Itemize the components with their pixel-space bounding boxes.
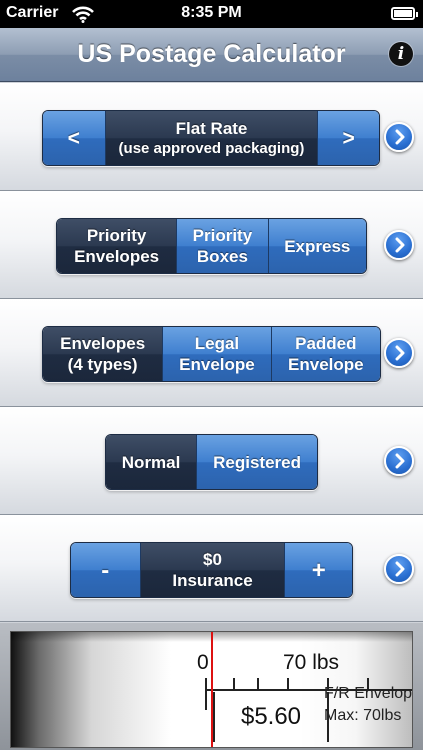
envelope-type-row: Envelopes (4 types) Legal Envelope Padde… [0, 299, 423, 407]
insurance-row: - $0 Insurance + [0, 515, 423, 622]
scale-tick [233, 678, 235, 690]
insurance-label: Insurance [172, 571, 253, 590]
rate-type-title: Flat Rate [175, 119, 248, 138]
scale-tick [287, 678, 289, 690]
segment-legal-envelope[interactable]: Legal Envelope [162, 327, 271, 381]
insurance-stepper: - $0 Insurance + [70, 542, 353, 598]
segment-normal[interactable]: Normal [106, 435, 197, 489]
scale-tick [257, 678, 259, 690]
insurance-amount: $0 [203, 550, 222, 569]
info-icon[interactable]: i [389, 42, 413, 66]
scale-tick [205, 678, 207, 710]
envelope-type-segment: Envelopes (4 types) Legal Envelope Padde… [42, 326, 381, 382]
segment-registered[interactable]: Registered [196, 435, 317, 489]
max-weight-label: Max: 70lbs [324, 707, 402, 724]
delivery-type-segment: Normal Registered [105, 434, 318, 490]
segment-express[interactable]: Express [267, 219, 366, 273]
postage-price: $5.60 [213, 692, 329, 742]
clock-label: 8:35 PM [181, 4, 242, 21]
disclosure-arrow-icon[interactable] [384, 446, 414, 476]
rate-type-subtitle: (use approved packaging) [118, 140, 305, 157]
postage-meter: 0 70 lbs $5.60 F/R Envelope Max: 70lbs [0, 623, 423, 750]
segment-padded-envelope[interactable]: Padded Envelope [270, 327, 380, 381]
insurance-display: $0 Insurance [139, 543, 285, 597]
battery-icon [391, 7, 418, 20]
rate-type-row: < Flat Rate (use approved packaging) > [0, 83, 423, 191]
segment-envelopes-4-types[interactable]: Envelopes (4 types) [43, 327, 163, 381]
package-name-label: F/R Envelope [324, 685, 413, 702]
weight-scale[interactable]: 0 70 lbs $5.60 F/R Envelope Max: 70lbs [10, 631, 413, 748]
delivery-type-row: Normal Registered [0, 407, 423, 515]
page-title: US Postage Calculator [77, 40, 346, 68]
disclosure-arrow-icon[interactable] [384, 338, 414, 368]
status-bar: Carrier 8:35 PM [0, 0, 423, 28]
previous-rate-button[interactable]: < [43, 111, 105, 165]
segment-priority-envelopes[interactable]: Priority Envelopes [57, 219, 177, 273]
service-type-segment: Priority Envelopes Priority Boxes Expres… [56, 218, 367, 274]
navigation-bar: US Postage Calculator i [0, 28, 423, 82]
increase-insurance-button[interactable]: + [284, 543, 352, 597]
service-type-row: Priority Envelopes Priority Boxes Expres… [0, 191, 423, 299]
disclosure-arrow-icon[interactable] [384, 230, 414, 260]
scale-max-label: 70 lbs [283, 651, 340, 674]
disclosure-arrow-icon[interactable] [384, 122, 414, 152]
scale-min-label: 0 [197, 651, 209, 674]
decrease-insurance-button[interactable]: - [71, 543, 140, 597]
weight-needle [211, 632, 213, 747]
rate-type-display: Flat Rate (use approved packaging) [104, 111, 318, 165]
next-rate-button[interactable]: > [317, 111, 379, 165]
rate-type-selector: < Flat Rate (use approved packaging) > [42, 110, 380, 166]
segment-priority-boxes[interactable]: Priority Boxes [176, 219, 268, 273]
disclosure-arrow-icon[interactable] [384, 554, 414, 584]
